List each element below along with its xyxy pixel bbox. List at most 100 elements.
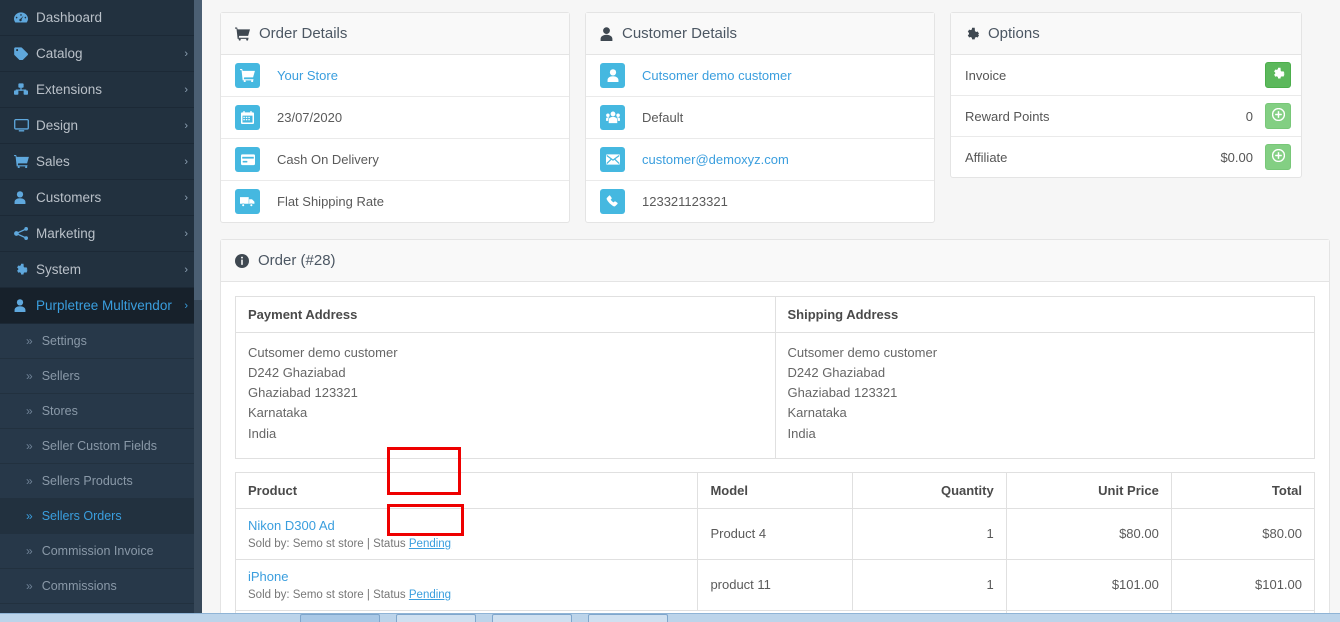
sidebar-subitem-label: Settings bbox=[41, 334, 87, 348]
gear-icon bbox=[965, 27, 979, 41]
payment-address-value: Cutsomer demo customer D242 Ghaziabad Gh… bbox=[235, 332, 776, 459]
order-detail-row: Your Store bbox=[221, 55, 569, 96]
products-header-row: Product Model Quantity Unit Price Total bbox=[234, 471, 1316, 509]
table-row: Nikon D300 Ad Sold by: Semo st store | St… bbox=[234, 507, 1316, 560]
sidebar-item-catalog[interactable]: Catalog › bbox=[0, 36, 202, 72]
sidebar-item-system[interactable]: System › bbox=[0, 252, 202, 288]
double-chevron-icon: » bbox=[26, 509, 33, 523]
model-cell: product 11 bbox=[697, 558, 853, 611]
order-detail-link[interactable]: Your Store bbox=[277, 68, 338, 83]
addresses-table: Payment Address Shipping Address Cutsome… bbox=[235, 296, 1315, 459]
chevron-right-icon: › bbox=[184, 119, 188, 132]
sidebar-subitem-seller-custom-fields[interactable]: » Seller Custom Fields bbox=[0, 429, 202, 464]
customer-detail-row: Cutsomer demo customer bbox=[586, 55, 934, 96]
info-circle-icon bbox=[235, 253, 249, 268]
taskbar-button[interactable] bbox=[300, 614, 380, 622]
sidebar-item-customers[interactable]: Customers › bbox=[0, 180, 202, 216]
product-meta: Sold by: Semo st store | Status Pending bbox=[248, 538, 451, 550]
credit-card-icon bbox=[235, 147, 260, 172]
sidebar-scrollbar-thumb[interactable] bbox=[194, 0, 202, 300]
sidebar-navigation: Dashboard Catalog › Extensions › Design › Sales… bbox=[0, 0, 202, 622]
chevron-right-icon: › bbox=[184, 227, 188, 240]
order-detail-value: Flat Shipping Rate bbox=[277, 194, 384, 209]
order-detail-value: Cash On Delivery bbox=[277, 152, 379, 167]
chevron-right-icon: › bbox=[184, 155, 188, 168]
option-row: Affiliate $0.00 bbox=[951, 136, 1301, 177]
sidebar-subitem-sellers-orders[interactable]: » Sellers Orders bbox=[0, 499, 202, 534]
sidebar-item-label: Purpletree Multivendor bbox=[36, 298, 172, 313]
sidebar-subitem-commissions[interactable]: » Commissions bbox=[0, 569, 202, 604]
customer-detail-value: 123321123321 bbox=[642, 194, 728, 209]
product-link[interactable]: Nikon D300 Ad bbox=[248, 518, 685, 533]
gear-icon bbox=[1271, 67, 1285, 83]
order-detail-row: Flat Shipping Rate bbox=[221, 180, 569, 222]
sidebar-item-design[interactable]: Design › bbox=[0, 108, 202, 144]
sidebar-item-label: Design bbox=[36, 118, 79, 133]
customer-detail-link[interactable]: customer@demoxyz.com bbox=[642, 152, 789, 167]
customer-detail-value: Default bbox=[642, 110, 684, 125]
cart-icon bbox=[14, 155, 36, 168]
sidebar-item-marketing[interactable]: Marketing › bbox=[0, 216, 202, 252]
total-cell: $80.00 bbox=[1170, 507, 1316, 560]
order-detail-value: 23/07/2020 bbox=[277, 110, 343, 125]
model-cell: Product 4 bbox=[697, 507, 853, 560]
sidebar-item-dashboard[interactable]: Dashboard bbox=[0, 0, 202, 36]
option-action-button[interactable] bbox=[1265, 62, 1291, 88]
order-panel-header: Order (#28) bbox=[221, 240, 1329, 282]
sidebar-item-purpletree-multivendor[interactable]: Purpletree Multivendor › bbox=[0, 288, 202, 324]
order-detail-row: 23/07/2020 bbox=[221, 96, 569, 138]
sidebar-item-label: Extensions bbox=[36, 82, 103, 97]
chevron-right-icon: › bbox=[184, 83, 188, 96]
addresses-header-row: Payment Address Shipping Address bbox=[235, 296, 1315, 333]
chevron-right-icon: › bbox=[184, 263, 188, 276]
sidebar-subitem-settings[interactable]: » Settings bbox=[0, 324, 202, 359]
gear-icon bbox=[14, 263, 36, 276]
product-status-link[interactable]: Pending bbox=[409, 589, 451, 601]
option-action-button[interactable] bbox=[1265, 144, 1291, 170]
sidebar-subitem-sellers[interactable]: » Sellers bbox=[0, 359, 202, 394]
puzzle-icon bbox=[14, 83, 36, 96]
sidebar-submenu: » Settings » Sellers » Stores » Seller Custom F… bbox=[0, 324, 202, 622]
taskbar-button[interactable] bbox=[492, 614, 572, 622]
double-chevron-icon: » bbox=[26, 404, 33, 418]
envelope-icon bbox=[600, 147, 625, 172]
products-table: Product Model Quantity Unit Price Total Niko… bbox=[234, 471, 1316, 622]
sidebar-scrollbar[interactable] bbox=[194, 0, 202, 622]
customer-detail-link[interactable]: Cutsomer demo customer bbox=[642, 68, 792, 83]
option-label: Reward Points bbox=[965, 108, 1050, 124]
cart-icon bbox=[235, 26, 250, 41]
products-header-cell: Product bbox=[234, 471, 699, 509]
product-link[interactable]: iPhone bbox=[248, 569, 685, 584]
unit-price-cell: $101.00 bbox=[1005, 558, 1172, 611]
customer-detail-row: customer@demoxyz.com bbox=[586, 138, 934, 180]
double-chevron-icon: » bbox=[26, 544, 33, 558]
sidebar-subitem-stores[interactable]: » Stores bbox=[0, 394, 202, 429]
product-cell: iPhone Sold by: Semo st store | Status Pe… bbox=[234, 558, 699, 611]
sidebar-item-sales[interactable]: Sales › bbox=[0, 144, 202, 180]
taskbar-button[interactable] bbox=[588, 614, 668, 622]
payment-address-header: Payment Address bbox=[235, 296, 776, 333]
tag-icon bbox=[14, 47, 36, 60]
customer-details-title: Customer Details bbox=[622, 25, 738, 42]
calendar-icon bbox=[235, 105, 260, 130]
double-chevron-icon: » bbox=[26, 439, 33, 453]
sidebar-item-label: Dashboard bbox=[36, 10, 103, 25]
product-status-link[interactable]: Pending bbox=[409, 538, 451, 550]
sidebar-item-extensions[interactable]: Extensions › bbox=[0, 72, 202, 108]
sidebar-subitem-label: Sellers Products bbox=[41, 474, 133, 488]
customer-details-header: Customer Details bbox=[586, 13, 934, 55]
option-action-button[interactable] bbox=[1265, 103, 1291, 129]
shipping-address-value: Cutsomer demo customer D242 Ghaziabad Gh… bbox=[787, 345, 938, 441]
sidebar-subitem-sellers-products[interactable]: » Sellers Products bbox=[0, 464, 202, 499]
product-seller-text: Sold by: Semo st store | Status bbox=[248, 537, 406, 550]
order-detail-row: Cash On Delivery bbox=[221, 138, 569, 180]
total-cell: $101.00 bbox=[1170, 558, 1316, 611]
cart-icon bbox=[235, 63, 260, 88]
table-row: iPhone Sold by: Semo st store | Status Pe… bbox=[234, 558, 1316, 611]
option-row: Reward Points 0 bbox=[951, 95, 1301, 136]
user-icon bbox=[600, 26, 613, 41]
taskbar-button[interactable] bbox=[396, 614, 476, 622]
order-details-panel: Order Details Your Store 23/07/2020 Cash O… bbox=[220, 12, 570, 223]
shipping-address-header: Shipping Address bbox=[775, 296, 1315, 333]
sidebar-subitem-commission-invoice[interactable]: » Commission Invoice bbox=[0, 534, 202, 569]
